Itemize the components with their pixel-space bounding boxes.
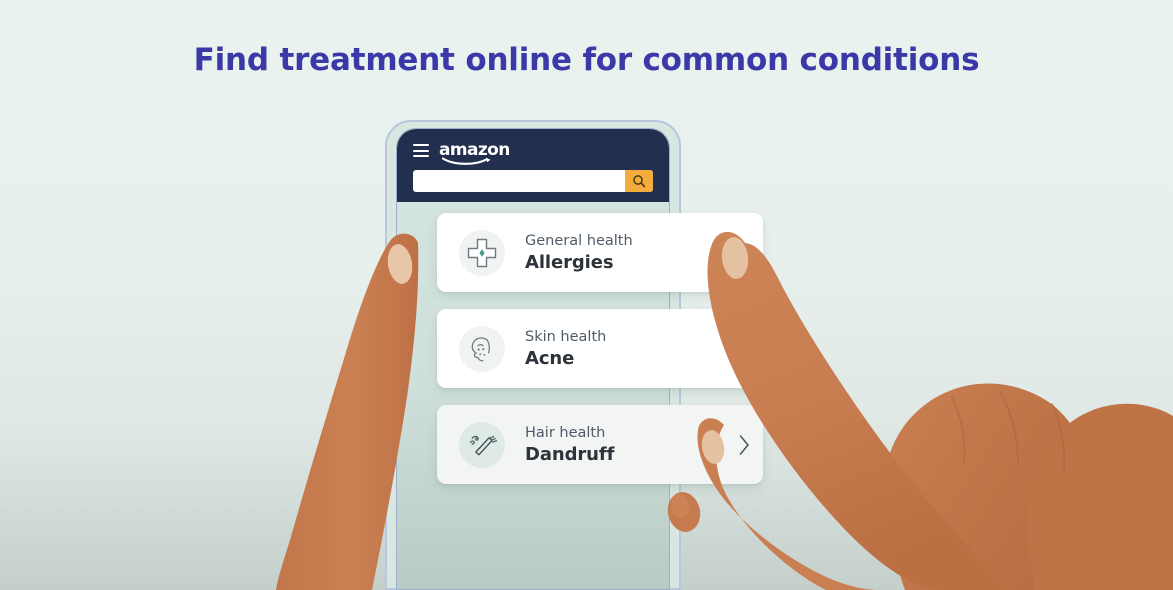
illustration-canvas: Find treatment online for common conditi… [0,0,1173,590]
card-category-label: General health [525,232,633,249]
card-condition-title: Dandruff [525,443,615,465]
condition-card-list: General health Allergies Skin health Acn… [437,213,765,501]
medical-cross-icon [459,229,505,276]
amazon-wordmark: amazon [439,142,510,165]
card-text-block: Skin health Acne [525,328,731,370]
search-button[interactable] [625,170,653,192]
search-bar[interactable] [413,170,653,192]
hamburger-menu-icon[interactable] [413,144,429,157]
chevron-right-icon[interactable] [731,434,757,456]
chevron-right-icon[interactable] [731,338,757,360]
nav-brand-row: amazon [413,142,510,165]
face-acne-icon [459,325,505,372]
condition-card-acne[interactable]: Skin health Acne [437,309,763,388]
card-category-label: Skin health [525,328,607,345]
card-condition-title: Allergies [525,251,614,273]
amazon-app-nav-bar: amazon [397,129,669,202]
card-text-block: Hair health Dandruff [525,424,731,466]
amazon-smile-icon [442,157,491,165]
card-text-block: General health Allergies [525,232,731,274]
card-condition-title: Acne [525,347,575,369]
comb-dandruff-icon [459,421,505,468]
card-category-label: Hair health [525,424,606,441]
search-input[interactable] [413,170,625,192]
condition-card-allergies[interactable]: General health Allergies [437,213,763,292]
condition-card-dandruff[interactable]: Hair health Dandruff [437,405,763,484]
search-icon [633,175,646,188]
page-title: Find treatment online for common conditi… [193,42,980,78]
